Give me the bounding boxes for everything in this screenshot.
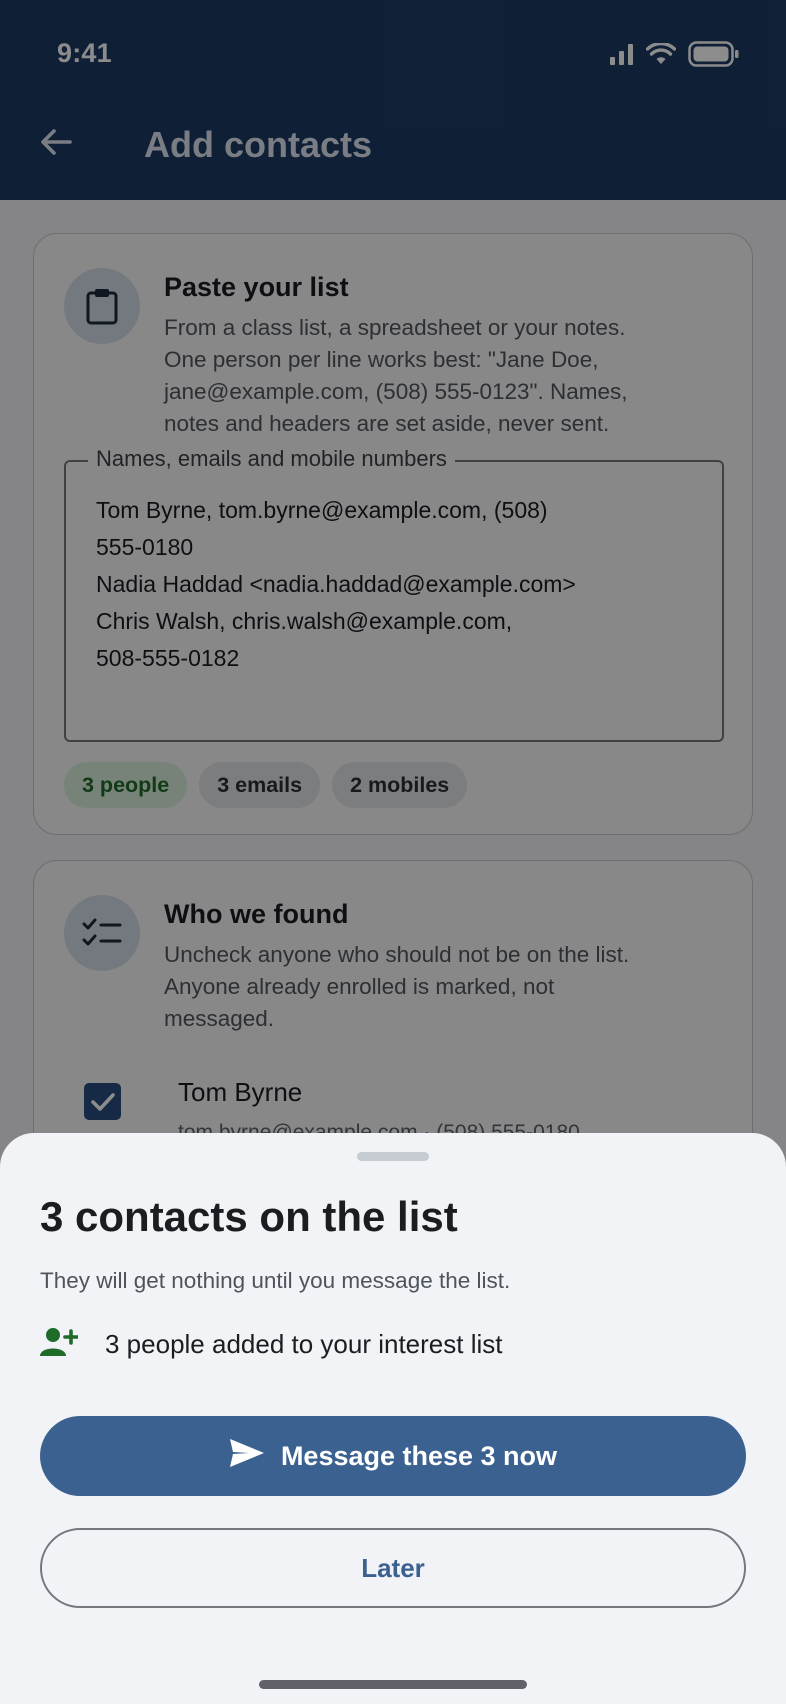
send-icon	[229, 1438, 265, 1475]
home-indicator	[259, 1680, 527, 1689]
bottom-sheet: 3 contacts on the list They will get not…	[0, 1133, 786, 1704]
person-add-icon	[40, 1327, 79, 1362]
result-text: 3 people added to your interest list	[105, 1328, 503, 1359]
message-now-button[interactable]: Message these 3 now	[40, 1416, 746, 1496]
later-label: Later	[361, 1552, 425, 1583]
sheet-title: 3 contacts on the list	[40, 1193, 458, 1240]
sheet-subtitle: They will get nothing until you message …	[40, 1268, 511, 1293]
result-row: 3 people added to your interest list	[40, 1324, 502, 1364]
message-now-label: Message these 3 now	[280, 1440, 558, 1471]
drag-handle[interactable]	[357, 1152, 429, 1161]
later-button[interactable]: Later	[40, 1528, 746, 1608]
